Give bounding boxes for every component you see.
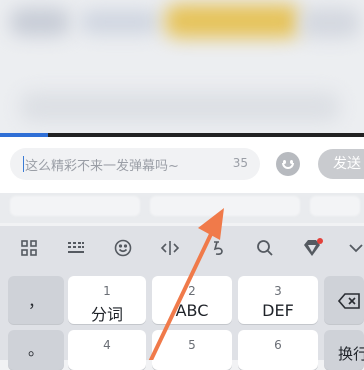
key-number: 6 [274,338,282,352]
wrap-label: 换行 [338,345,364,363]
key-number: 4 [103,338,111,352]
key-number: 2 [188,284,196,298]
backspace-button[interactable] [324,276,364,324]
keyboard-icon[interactable] [64,236,88,260]
key-comma[interactable]: ， [8,276,64,324]
cursor-move-icon[interactable] [158,236,182,260]
blurred-content [300,8,360,38]
key-comma-label: ， [27,292,44,311]
suggestion-strip [0,193,364,223]
wrap-button[interactable]: 换行 [324,330,364,370]
emoji-icon[interactable] [111,236,135,260]
char-count: 35 [232,156,248,170]
key-1[interactable]: 1 分词 [68,276,146,324]
blurred-content [80,10,160,34]
danmaku-input[interactable]: 这么精彩不来一发弹幕吗~ 35 [10,148,260,180]
key-4[interactable]: 4 [68,330,146,370]
grid-icon[interactable] [17,236,41,260]
emoji-button[interactable] [276,152,300,176]
key-label: 分词 [90,305,123,324]
key-number: 1 [103,284,111,298]
key-3[interactable]: 3 DEF [238,276,318,324]
key-5[interactable]: 5 [152,330,232,370]
key-period[interactable]: 。 [8,330,64,370]
suggestion-item[interactable] [10,196,140,216]
key-6[interactable]: 6 [238,330,318,370]
send-button[interactable]: 发送 [318,149,364,179]
blurred-content [20,92,340,122]
key-number: 5 [188,338,196,352]
key-period-label: 。 [27,340,44,359]
key-2[interactable]: 2 ABC [152,276,232,324]
keyboard: ， 。 1 分词 2 ABC 3 DEF 4 5 6 换行 [0,270,364,370]
blurred-content [165,4,300,38]
danmaku-placeholder: 这么精彩不来一发弹幕吗~ [25,159,179,174]
search-icon[interactable] [253,236,277,260]
keyboard-toolbar [0,226,364,270]
key-label: ABC [175,301,209,320]
blurred-content [10,8,70,36]
video-area [0,0,364,137]
handwriting-icon[interactable] [207,236,231,260]
danmaku-input-row: 这么精彩不来一发弹幕吗~ 35 发送 [0,137,364,193]
key-number: 3 [274,284,282,298]
backspace-icon [337,293,360,313]
text-caret [23,156,24,172]
diamond-icon[interactable] [300,236,324,260]
suggestion-item[interactable] [150,196,300,216]
suggestion-item[interactable] [310,196,360,216]
chevron-down-icon[interactable] [344,236,364,260]
emoji-mouth [282,163,294,169]
key-label: DEF [262,301,294,320]
